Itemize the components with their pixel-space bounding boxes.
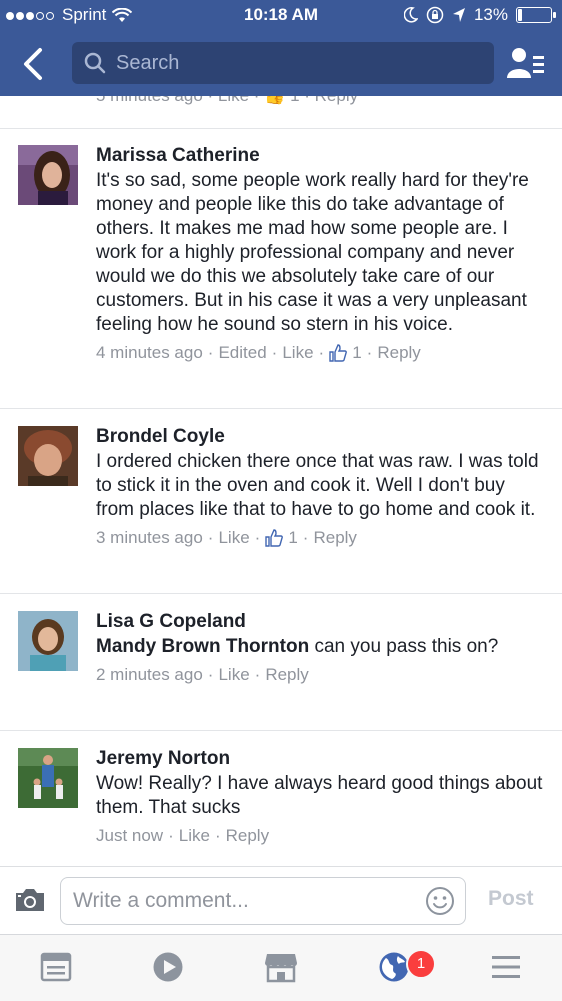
meta-separator: · <box>254 528 261 547</box>
battery-fill <box>518 9 522 21</box>
like-count: 1 <box>352 343 362 362</box>
friend-list-icon[interactable] <box>506 46 546 80</box>
meta-separator: · <box>366 343 373 362</box>
status-right: 13% <box>403 5 556 25</box>
post-button[interactable]: Post <box>488 887 534 911</box>
divider <box>0 593 562 594</box>
search-placeholder: Search <box>116 52 180 74</box>
comment-text: Wow! Really? I have always heard good th… <box>96 773 543 818</box>
meta-separator: · <box>271 343 278 362</box>
location-icon <box>452 8 465 22</box>
comment-body: Jeremy Norton Wow! Really? I have always… <box>96 748 546 846</box>
commenter-name[interactable]: Lisa G Copeland <box>96 611 546 633</box>
status-bar: Sprint 10:18 AM 13% <box>0 0 562 32</box>
divider <box>0 408 562 409</box>
meta-separator: · <box>318 343 325 362</box>
reply-button[interactable]: Reply <box>226 826 269 846</box>
comment-text: Mandy Brown Thornton can you pass this o… <box>96 635 546 659</box>
meta-separator: · <box>207 665 214 684</box>
avatar[interactable] <box>18 611 78 671</box>
divider <box>0 128 562 129</box>
comment-meta: Just now · Like · Reply <box>96 826 546 846</box>
avatar[interactable] <box>18 145 78 205</box>
comment-text: It's so sad, some people work really har… <box>96 170 529 335</box>
battery-icon <box>516 7 556 23</box>
meta-separator: · <box>302 528 309 547</box>
meta-separator: · <box>168 826 174 845</box>
back-chevron-icon[interactable] <box>18 46 50 82</box>
thumbs-up-icon <box>329 344 348 362</box>
like-button[interactable]: Like <box>282 343 313 363</box>
video-icon[interactable] <box>152 951 184 983</box>
comment-body: Brondel Coyle I ordered chicken there on… <box>96 426 546 548</box>
comment-body: Lisa G Copeland Mandy Brown Thornton can… <box>96 611 546 685</box>
tab-bar: 1 <box>0 934 562 1001</box>
comment-meta: 4 minutes ago · Edited · Like · 1 · Reply <box>96 343 546 363</box>
rotation-lock-icon <box>426 6 444 24</box>
meta-separator: · <box>207 343 214 362</box>
edited-label[interactable]: Edited <box>218 343 266 363</box>
comment-time: 4 minutes ago <box>96 343 203 362</box>
notifications-globe-icon[interactable] <box>378 951 410 983</box>
marketplace-icon[interactable] <box>264 951 298 983</box>
meta-separator: · <box>207 528 214 547</box>
battery-percent: 13% <box>473 5 508 24</box>
avatar[interactable] <box>18 748 78 808</box>
comment-time: Just now <box>96 826 164 845</box>
thumbs-up-icon <box>265 529 284 547</box>
mention-link[interactable]: Mandy Brown Thornton <box>96 636 309 657</box>
search-input[interactable]: Search <box>72 42 494 84</box>
previous-comment-fragment: 5 minutes ago · Like · 👍 1 · Reply <box>0 96 562 126</box>
comment-time: 3 minutes ago <box>96 528 203 547</box>
camera-icon[interactable] <box>14 887 46 913</box>
comment-composer: Write a comment... Post <box>0 866 562 935</box>
emoji-icon[interactable] <box>425 886 455 916</box>
comment-time: 2 minutes ago <box>96 665 203 684</box>
comment-text-rest: can you pass this on? <box>309 636 499 657</box>
search-icon <box>84 52 106 74</box>
like-count: 1 <box>288 528 298 547</box>
like-button[interactable]: Like <box>218 528 249 548</box>
reply-button[interactable]: Reply <box>377 343 420 363</box>
like-button[interactable]: Like <box>179 826 210 846</box>
meta-separator: · <box>254 665 261 684</box>
notification-badge: 1 <box>406 949 436 979</box>
meta-separator: · <box>214 826 221 845</box>
commenter-name[interactable]: Jeremy Norton <box>96 748 546 770</box>
menu-icon[interactable] <box>490 951 522 983</box>
previous-comment-meta: 5 minutes ago · Like · 👍 1 · Reply <box>96 96 358 106</box>
moon-icon <box>403 7 418 23</box>
comment-text: I ordered chicken there once that was ra… <box>96 451 539 520</box>
reply-button[interactable]: Reply <box>313 528 356 548</box>
reply-button[interactable]: Reply <box>265 665 308 685</box>
news-feed-icon[interactable] <box>40 951 72 983</box>
commenter-name[interactable]: Brondel Coyle <box>96 426 546 448</box>
comment-placeholder: Write a comment... <box>73 889 249 912</box>
comment-body: Marissa Catherine It's so sad, some peop… <box>96 145 546 363</box>
avatar[interactable] <box>18 426 78 486</box>
nav-bar: Search <box>0 32 562 96</box>
comment-input[interactable]: Write a comment... <box>60 877 466 925</box>
comment-meta: 2 minutes ago · Like · Reply <box>96 665 546 685</box>
comment-meta: 3 minutes ago · Like · 1 · Reply <box>96 528 546 548</box>
commenter-name[interactable]: Marissa Catherine <box>96 145 546 167</box>
like-button[interactable]: Like <box>218 665 249 685</box>
divider <box>0 730 562 731</box>
